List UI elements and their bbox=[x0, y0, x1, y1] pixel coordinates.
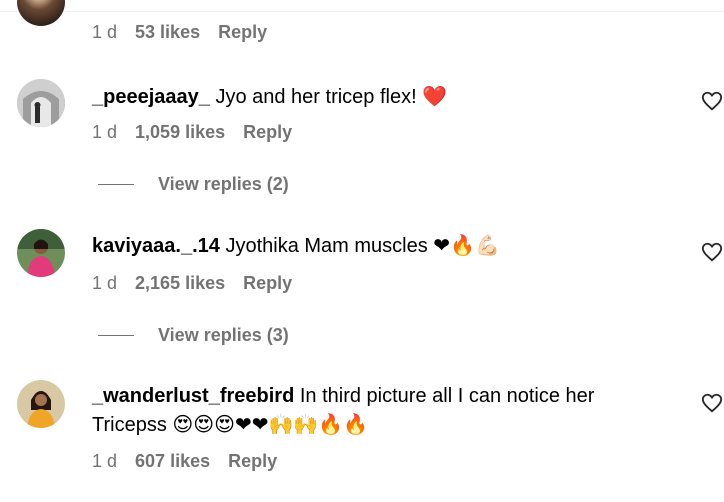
comment-body: Jyothika Mam muscles bbox=[219, 235, 434, 257]
reply-button[interactable]: Reply bbox=[218, 22, 267, 43]
comment-body: In third picture all I can notice her bbox=[294, 385, 595, 407]
comment-text: _wanderlust_freebird In third picture al… bbox=[92, 382, 692, 439]
avatar[interactable] bbox=[17, 0, 65, 26]
username[interactable]: _wanderlust_freebird bbox=[92, 385, 294, 407]
avatar[interactable] bbox=[17, 380, 65, 428]
heart-emoji: ❤️ bbox=[422, 84, 448, 108]
comment-time: 1 d bbox=[92, 273, 118, 293]
comment-line-2: Tricepss 😍😍😍❤❤🙌🙌🔥🔥 bbox=[92, 410, 692, 439]
avatar-image bbox=[17, 229, 65, 277]
like-heart-icon[interactable] bbox=[701, 90, 723, 112]
like-heart-icon[interactable] bbox=[701, 241, 723, 263]
comment-meta: 1 d 607 likes Reply bbox=[92, 451, 277, 472]
like-heart-icon[interactable] bbox=[701, 392, 723, 414]
comment-body-cont: Tricepss bbox=[92, 414, 173, 436]
replies-dash bbox=[98, 184, 134, 185]
comment-body: Jyo and her tricep flex! bbox=[209, 86, 417, 108]
divider bbox=[0, 11, 724, 12]
comment-meta: 1 d 53 likes Reply bbox=[92, 22, 267, 43]
comment-meta: 1 d 2,165 likes Reply bbox=[92, 273, 292, 294]
avatar[interactable] bbox=[17, 229, 65, 277]
likes-count[interactable]: 2,165 likes bbox=[135, 273, 225, 294]
comment-text: kaviyaaa._.14 Jyothika Mam muscles ❤🔥💪🏻 bbox=[92, 231, 500, 260]
emoji-group: ❤🔥💪🏻 bbox=[433, 233, 500, 257]
emoji-group: 😍😍😍❤❤🙌🙌🔥🔥 bbox=[172, 412, 369, 436]
comment-text: _peeejaaay_ Jyo and her tricep flex! ❤️ bbox=[92, 82, 447, 111]
reply-button[interactable]: Reply bbox=[228, 451, 277, 472]
likes-count[interactable]: 53 likes bbox=[135, 22, 200, 43]
username[interactable]: _peeejaaay_ bbox=[92, 86, 210, 108]
avatar-image bbox=[17, 79, 65, 127]
comment-time: 1 d bbox=[92, 122, 118, 142]
reply-button[interactable]: Reply bbox=[243, 122, 292, 143]
view-replies-button[interactable]: View replies (2) bbox=[98, 174, 289, 195]
avatar[interactable] bbox=[17, 79, 65, 127]
view-replies-label: View replies (2) bbox=[158, 174, 289, 194]
comment-meta: 1 d 1,059 likes Reply bbox=[92, 122, 292, 143]
reply-button[interactable]: Reply bbox=[243, 273, 292, 294]
likes-count[interactable]: 1,059 likes bbox=[135, 122, 225, 143]
comment-time: 1 d bbox=[92, 22, 118, 42]
comment-line-1: _wanderlust_freebird In third picture al… bbox=[92, 382, 692, 410]
likes-count[interactable]: 607 likes bbox=[135, 451, 210, 472]
username[interactable]: kaviyaaa._.14 bbox=[92, 235, 220, 257]
comment-time: 1 d bbox=[92, 451, 118, 471]
view-replies-label: View replies (3) bbox=[158, 325, 289, 345]
avatar-image bbox=[17, 380, 65, 428]
view-replies-button[interactable]: View replies (3) bbox=[98, 325, 289, 346]
replies-dash bbox=[98, 335, 134, 336]
